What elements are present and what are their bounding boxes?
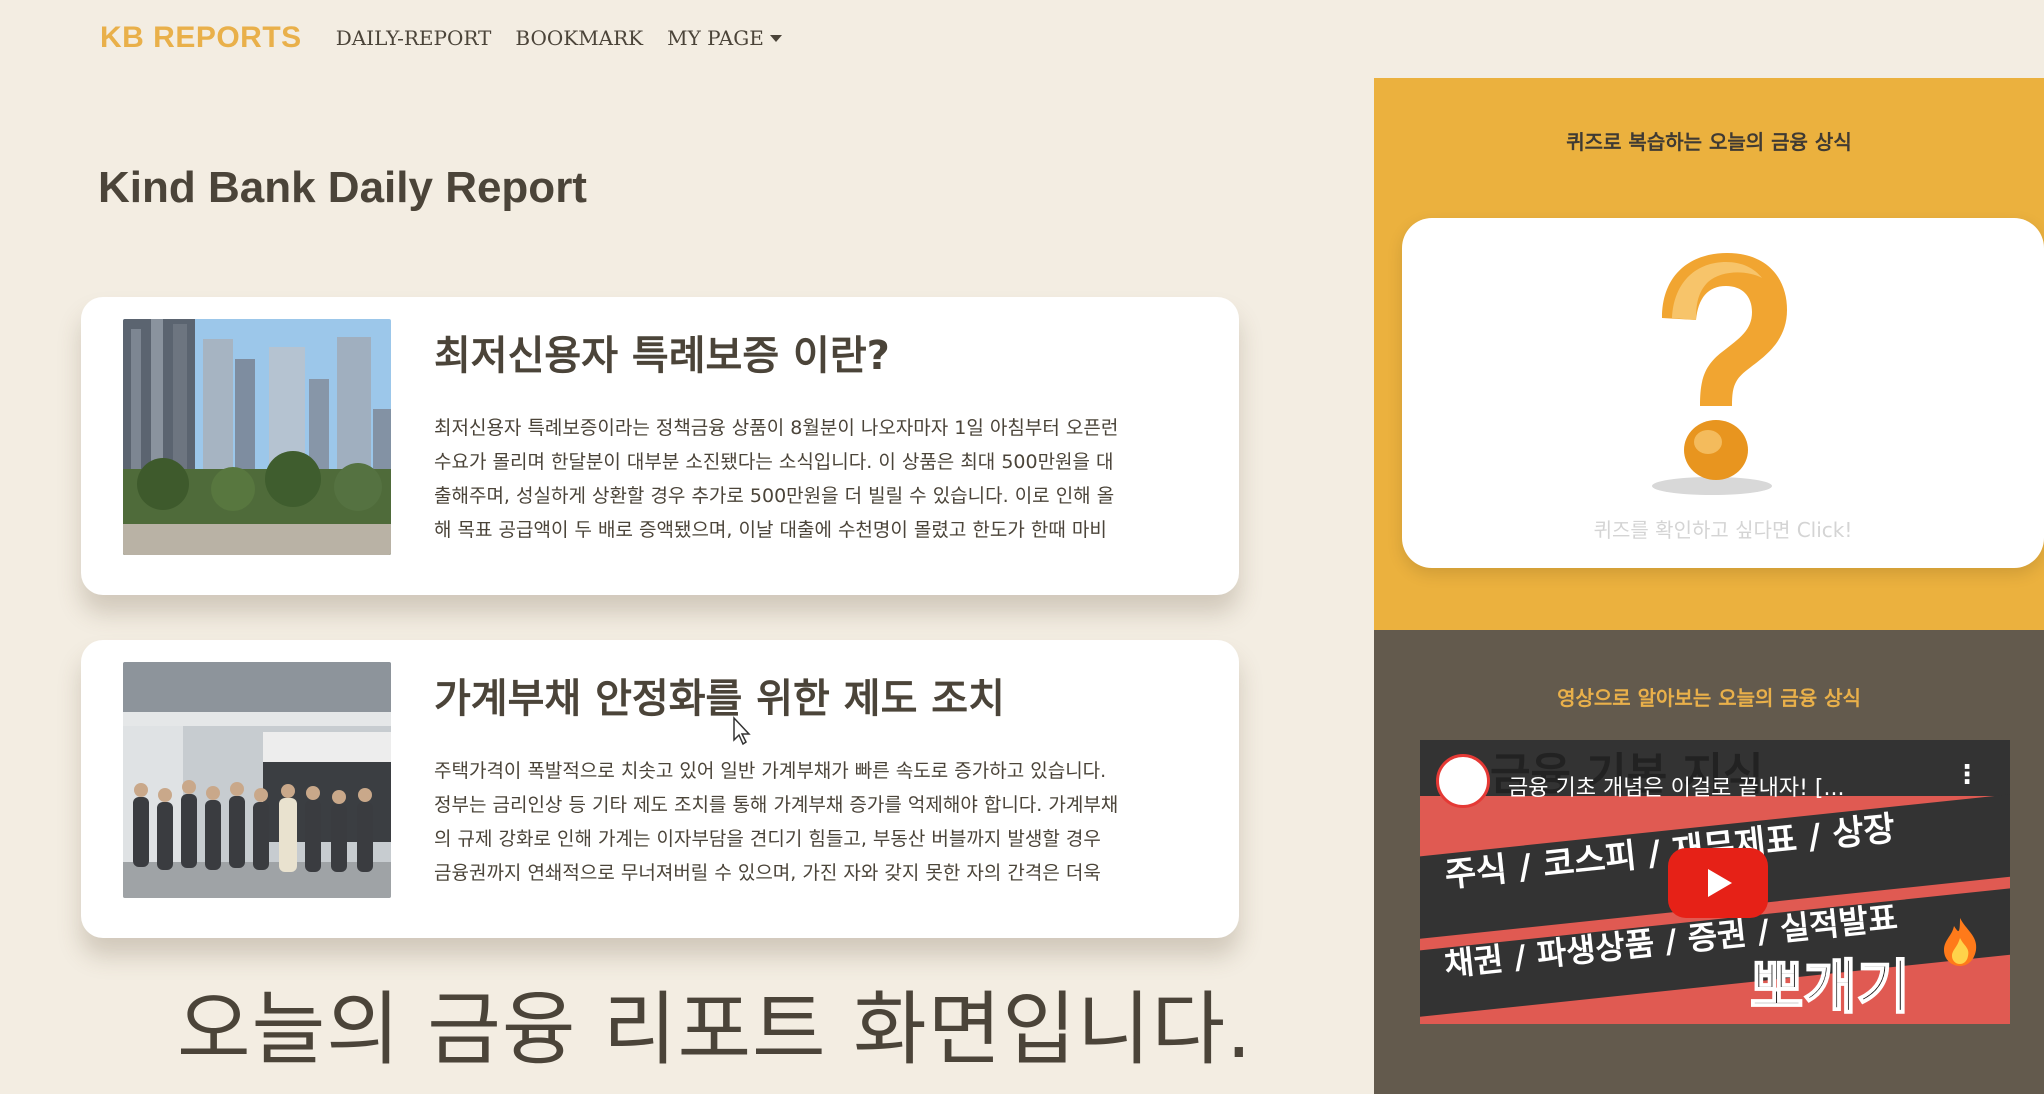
fire-icon xyxy=(1944,918,1977,966)
nav-my-page-label: MY PAGE xyxy=(667,26,764,50)
report-card[interactable]: 최저신용자 특례보증 이란? 최저신용자 특례보증이라는 정책금융 상품이 8월… xyxy=(81,297,1239,595)
report-summary: 최저신용자 특례보증이라는 정책금융 상품이 8월분이 나오자마자 1일 아침부… xyxy=(434,411,1174,547)
quiz-click-caption[interactable]: 퀴즈를 확인하고 싶다면 Click! xyxy=(1402,514,2044,543)
nav-my-page-dropdown[interactable]: MY PAGE xyxy=(667,26,782,50)
youtube-video-title[interactable]: 금융 기초 개념은 이걸로 끝내자! [... xyxy=(1508,770,1844,802)
report-summary: 주택가격이 폭발적으로 치솟고 있어 일반 가계부채가 빠른 속도로 증가하고 … xyxy=(434,754,1174,890)
quiz-card[interactable]: 퀴즈를 확인하고 싶다면 Click! xyxy=(1402,218,2044,568)
more-options-icon[interactable]: ⋮ xyxy=(1954,760,1980,790)
report-summary-line: 금융권까지 연쇄적으로 무너져버릴 수 있으며, 가진 자와 갖지 못한 자의 … xyxy=(434,862,1101,884)
mouse-cursor-icon xyxy=(733,716,751,746)
report-summary-line: 해 목표 공급액이 두 배로 증액됐으며, 이날 대출에 수천명이 몰렸고 한도… xyxy=(434,519,1107,541)
youtube-play-button[interactable] xyxy=(1668,848,1768,918)
quiz-heading: 퀴즈로 복습하는 오늘의 금융 상식 xyxy=(1566,130,1852,154)
report-summary-line: 주택가격이 폭발적으로 치솟고 있어 일반 가계부채가 빠른 속도로 증가하고 … xyxy=(434,760,1107,782)
nav-bookmark[interactable]: BOOKMARK xyxy=(515,26,643,50)
top-navbar: KB REPORTS DAILY-REPORT BOOKMARK MY PAGE xyxy=(100,18,806,58)
report-summary-line: 출해주며, 성실하게 상환할 경우 추가로 500만원을 더 빌릴 수 있습니다… xyxy=(434,485,1115,507)
brand-logo[interactable]: KB REPORTS xyxy=(100,21,302,55)
report-summary-line: 최저신용자 특례보증이라는 정책금융 상품이 8월분이 나오자마자 1일 아침부… xyxy=(434,417,1119,439)
report-summary-line: 의 규제 강화로 인해 가계는 이자부담을 견디기 힘들고, 부동산 버블까지 … xyxy=(434,828,1101,850)
question-mark-icon xyxy=(1652,253,1787,495)
nav-daily-report[interactable]: DAILY-REPORT xyxy=(336,26,492,50)
report-summary-line: 정부는 금리인상 등 기타 제도 조치를 통해 가계부채 증가를 억제해야 합니… xyxy=(434,794,1119,816)
video-heading: 영상으로 알아보는 오늘의 금융 상식 xyxy=(1557,686,1861,710)
report-summary-line: 수요가 몰리며 한달분이 대부분 소진됐다는 소식입니다. 이 상품은 최대 5… xyxy=(434,451,1114,473)
caret-down-icon xyxy=(769,34,782,42)
channel-avatar[interactable] xyxy=(1436,754,1490,808)
video-caption-subtitle: 오늘의 금융 리포트 화면입니다. xyxy=(177,983,1253,1076)
thumb-line-master: 뽀개기 xyxy=(1749,952,1911,1022)
report-card[interactable]: 가계부채 안정화를 위한 제도 조치 주택가격이 폭발적으로 치솟고 있어 일반… xyxy=(81,640,1239,938)
report-image-city-buildings xyxy=(123,319,391,555)
youtube-video-embed[interactable]: 금융 기본 지식 주식 / 코스피 / 재무제표 / 상장 채권 / 파생상품 … xyxy=(1420,740,2010,1024)
report-title[interactable]: 최저신용자 특례보증 이란? xyxy=(434,323,890,381)
page-title: Kind Bank Daily Report xyxy=(98,163,587,212)
report-title[interactable]: 가계부채 안정화를 위한 제도 조치 xyxy=(434,666,1005,724)
quiz-panel: 퀴즈로 복습하는 오늘의 금융 상식 퀴즈를 확인하고 싶다면 Click! xyxy=(1374,78,2044,630)
report-image-bank-queue xyxy=(123,662,391,898)
video-panel: 영상으로 알아보는 오늘의 금융 상식 금융 기본 지식 주식 / 코스피 / … xyxy=(1374,630,2044,1094)
